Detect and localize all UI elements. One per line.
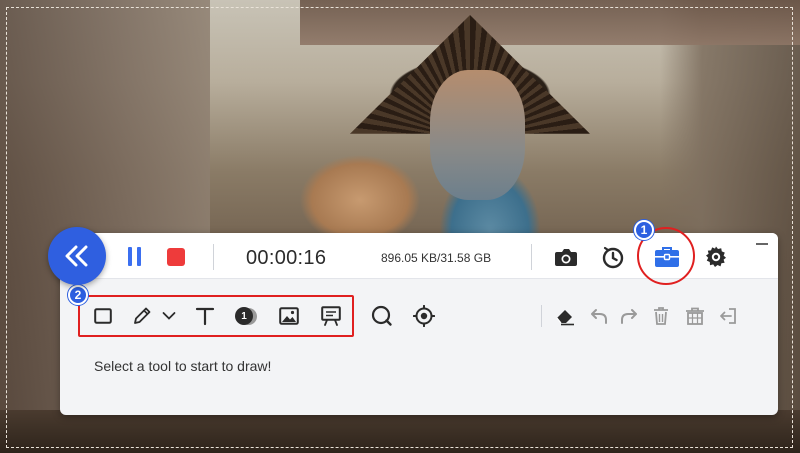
- image-tool[interactable]: [278, 305, 300, 327]
- magnifier-tool[interactable]: [371, 305, 393, 327]
- pause-button[interactable]: [126, 247, 144, 267]
- text-icon: [195, 307, 215, 326]
- step-badge-2: 2: [68, 285, 88, 305]
- number-icon-label: 1: [235, 307, 253, 325]
- number-tool[interactable]: 1: [235, 305, 257, 327]
- divider: [531, 244, 532, 270]
- divider: [213, 244, 214, 270]
- schedule-button[interactable]: [601, 245, 625, 269]
- redo-icon: [621, 309, 637, 324]
- rectangle-tool[interactable]: [92, 305, 114, 327]
- screenshot-button[interactable]: [554, 245, 578, 269]
- exit-drawing-button[interactable]: [717, 305, 739, 327]
- whiteboard-icon: [321, 306, 341, 326]
- settings-button[interactable]: [704, 245, 728, 269]
- collapse-button[interactable]: [48, 227, 106, 285]
- stop-button[interactable]: [167, 248, 185, 266]
- drawing-tools-highlight-box: [78, 295, 354, 337]
- text-tool[interactable]: [194, 305, 216, 327]
- magnifier-icon: [371, 305, 392, 326]
- delete-button[interactable]: [650, 305, 672, 327]
- draw-hint-text: Select a tool to start to draw!: [94, 358, 272, 374]
- whiteboard-tool[interactable]: [320, 305, 342, 327]
- pen-options-dropdown[interactable]: [160, 305, 178, 327]
- exit-icon: [720, 308, 736, 324]
- eraser-icon: [556, 310, 574, 326]
- clock-icon: [602, 246, 624, 269]
- recording-timer: 00:00:16: [246, 247, 327, 269]
- minimize-icon[interactable]: [756, 243, 768, 245]
- pen-icon: [134, 307, 151, 324]
- spotlight-icon: [413, 305, 435, 327]
- clear-all-button[interactable]: [684, 305, 706, 327]
- undo-icon: [591, 309, 607, 324]
- chevron-down-icon: [162, 312, 176, 320]
- eraser-tool[interactable]: [554, 305, 576, 327]
- pen-tool[interactable]: [131, 305, 153, 327]
- image-icon: [279, 307, 299, 325]
- double-chevron-left-icon: [65, 245, 88, 267]
- gear-icon: [706, 246, 726, 267]
- rectangle-icon: [94, 308, 112, 324]
- camera-icon: [555, 249, 577, 266]
- trash-icon: [654, 307, 668, 325]
- spotlight-tool[interactable]: [413, 305, 435, 327]
- redo-button[interactable]: [618, 305, 640, 327]
- clear-all-icon: [686, 307, 704, 325]
- file-size-readout: 896.05 KB/31.58 GB: [381, 251, 492, 265]
- step-badge-1: 1: [634, 220, 654, 240]
- undo-button[interactable]: [588, 305, 610, 327]
- number-icon: 1: [235, 306, 257, 326]
- divider: [541, 305, 542, 327]
